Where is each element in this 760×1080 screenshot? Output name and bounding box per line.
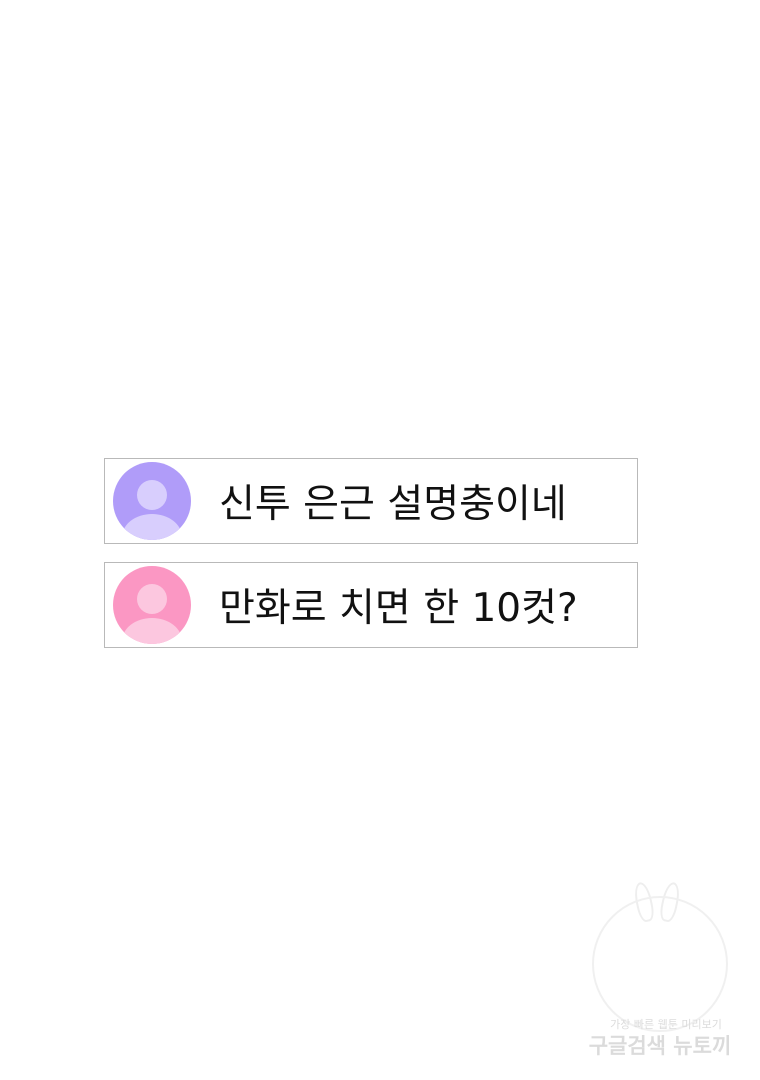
comment-card: 만화로 치면 한 10컷?	[104, 562, 638, 648]
watermark-brand: 구글검색 뉴토끼	[588, 1034, 732, 1058]
user-avatar-icon	[113, 566, 191, 644]
user-avatar-icon	[113, 462, 191, 540]
comment-card: 신투 은근 설명충이네	[104, 458, 638, 544]
comment-text: 만화로 치면 한 10컷?	[219, 586, 578, 631]
watermark-logo	[592, 896, 728, 1032]
watermark: 가장 빠른 웹툰 미리보기 구글검색 뉴토끼	[578, 880, 742, 1058]
comment-text: 신투 은근 설명충이네	[219, 482, 567, 527]
